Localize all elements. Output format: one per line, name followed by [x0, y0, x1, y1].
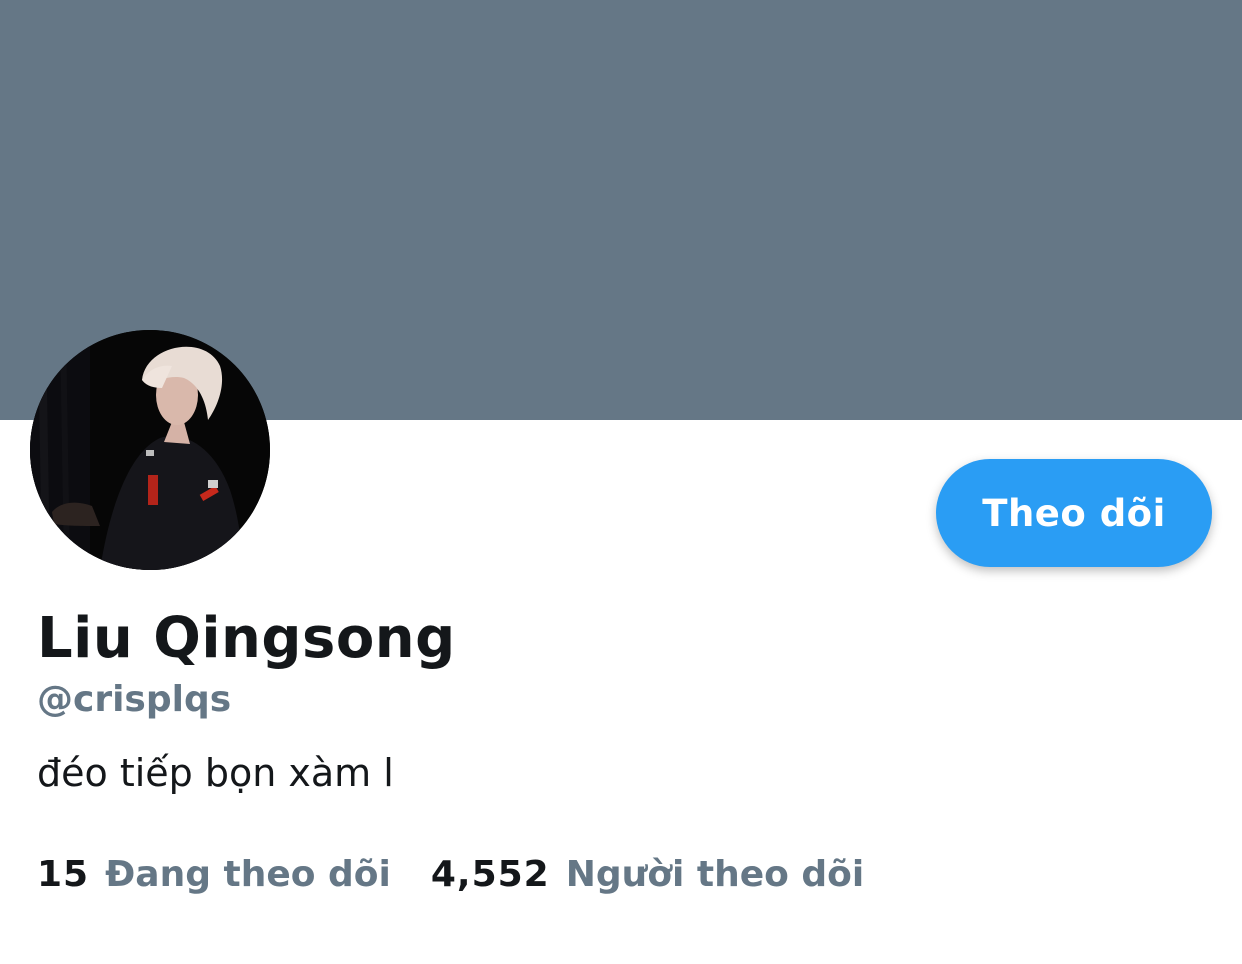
follow-button[interactable]: Theo dõi	[936, 459, 1212, 567]
following-count: 15	[37, 854, 90, 895]
display-name: Liu Qingsong	[37, 606, 456, 671]
user-handle: @crisplqs	[37, 679, 232, 720]
following-label: Đang theo dõi	[105, 854, 391, 895]
profile-avatar[interactable]	[30, 330, 270, 570]
following-stat-link[interactable]: 15 Đang theo dõi	[37, 850, 391, 900]
followers-stat-link[interactable]: 4,552 Người theo dõi	[431, 850, 864, 900]
profile-bio: đéo tiếp bọn xàm l	[37, 751, 394, 795]
followers-label: Người theo dõi	[565, 854, 865, 895]
profile-page: Theo dõi Liu Qingsong @crisplqs đéo tiếp…	[0, 0, 1242, 964]
profile-stats: 15 Đang theo dõi 4,552 Người theo dõi	[37, 850, 864, 900]
followers-count: 4,552	[430, 854, 550, 895]
